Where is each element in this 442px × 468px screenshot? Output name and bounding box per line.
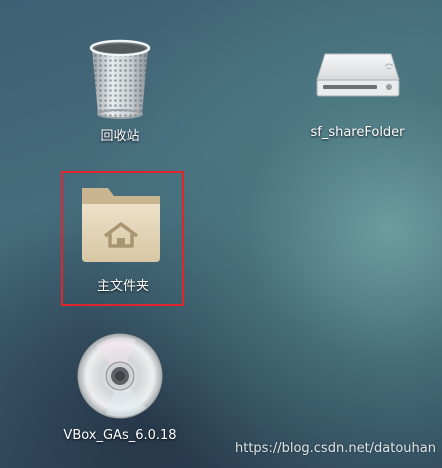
home-folder-label: 主文件夹: [96, 279, 149, 294]
desktop-icon-sf-sharefolder[interactable]: sf_shareFolder: [295, 30, 420, 150]
desktop-icon-vbox-gas[interactable]: VBox_GAs_6.0.18: [50, 330, 190, 450]
desktop-icon-trash[interactable]: 回收站: [60, 30, 180, 150]
desktop-background: 回收站 sf_shareFolder 主文件夹 VBox_GAs_6.0.18 …: [0, 0, 442, 468]
optical-disc-icon: [77, 333, 163, 419]
watermark-text: https://blog.csdn.net/datouhan: [234, 441, 436, 456]
trash-label: 回收站: [100, 129, 140, 144]
desktop-icon-home-folder[interactable]: 主文件夹: [60, 170, 186, 308]
sf-sharefolder-label: sf_shareFolder: [310, 125, 405, 140]
home-folder-icon: [82, 188, 160, 262]
trash-icon: [89, 39, 151, 119]
drive-icon: [316, 53, 400, 97]
vbox-gas-label: VBox_GAs_6.0.18: [63, 428, 177, 443]
